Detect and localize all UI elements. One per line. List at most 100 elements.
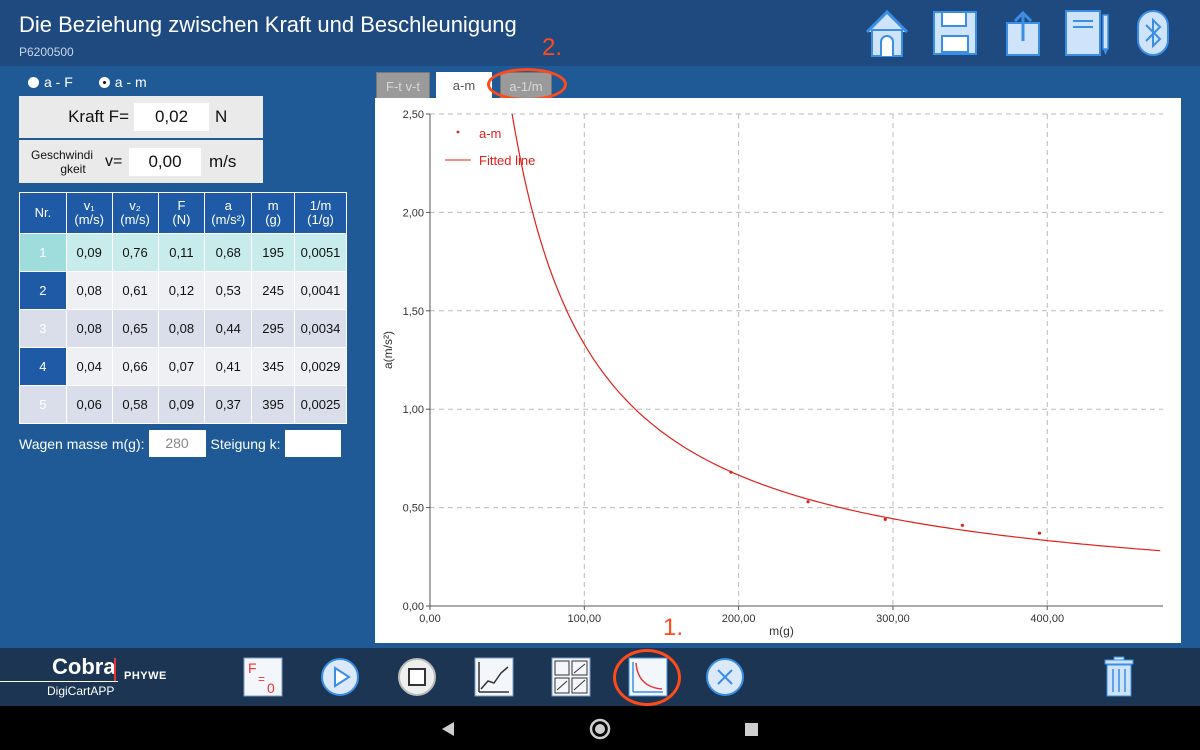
cell: 0,08 xyxy=(65,271,113,310)
data-point xyxy=(960,523,964,527)
notebook-icon xyxy=(1065,10,1109,56)
velocity-input-group: Geschwindi gkeit v= 0,00 m/s xyxy=(19,140,263,183)
col-header: a (m/s²) xyxy=(204,192,253,234)
table-row[interactable]: 5 0,06 0,58 0,09 0,37 395 0,0025 xyxy=(19,385,347,424)
home-circle-icon[interactable] xyxy=(589,718,611,740)
table-row[interactable]: 3 0,08 0,65 0,08 0,44 295 0,0034 xyxy=(19,309,347,348)
slope-field[interactable] xyxy=(284,430,341,457)
bluetooth-button[interactable] xyxy=(1128,8,1178,58)
trash-button[interactable] xyxy=(1098,656,1140,698)
col-header: v₁ (m/s) xyxy=(65,192,113,234)
table-row[interactable]: 1 0,09 0,76 0,11 0,68 195 0,0051 xyxy=(19,233,347,272)
legend-label-a-m: a-m xyxy=(479,126,501,141)
x-axis-label: m(g) xyxy=(769,624,794,638)
cell: 0,0051 xyxy=(294,233,347,272)
table-header-row: Nr. v₁ (m/s) v₂ (m/s) F (N) a (m/s²) m (g) 1/… xyxy=(19,192,347,234)
cell: 0,07 xyxy=(157,347,206,386)
data-point xyxy=(729,470,733,474)
export-button[interactable] xyxy=(998,8,1048,58)
trash-icon xyxy=(1104,656,1134,697)
play-button[interactable] xyxy=(319,656,361,698)
cell: 0,66 xyxy=(111,347,159,386)
close-icon xyxy=(706,658,744,696)
multi-chart-button[interactable] xyxy=(550,656,592,698)
cell: 295 xyxy=(251,309,296,348)
cell: 195 xyxy=(251,233,296,272)
col-header: F (N) xyxy=(157,192,206,234)
mode-option-af-label: a - F xyxy=(44,74,73,90)
logo-underline xyxy=(0,681,118,682)
cell: 0,76 xyxy=(111,233,159,272)
y-axis-label: a(m/s²) xyxy=(381,331,395,369)
mode-option-af[interactable]: a - F xyxy=(28,74,73,90)
col-header: v₂ (m/s) xyxy=(111,192,159,234)
velocity-eq: v= xyxy=(105,152,123,170)
save-button[interactable] xyxy=(930,8,980,58)
col-header: 1/m (1/g) xyxy=(294,192,347,234)
force-label: Kraft F= xyxy=(68,107,129,126)
cell: 0,04 xyxy=(65,347,113,386)
velocity-field[interactable]: 0,00 xyxy=(129,147,201,176)
save-icon xyxy=(933,11,977,55)
cell: 0,0029 xyxy=(294,347,347,386)
cell: 0,41 xyxy=(204,347,253,386)
cell: 245 xyxy=(251,271,296,310)
force-input-group: Kraft F= 0,02 N xyxy=(19,96,263,138)
logo-phywe: PHYWE xyxy=(124,670,167,682)
system-nav-bar xyxy=(0,706,1200,750)
cell: 0,08 xyxy=(157,309,206,348)
cell: 0,12 xyxy=(157,271,206,310)
table-row[interactable]: 4 0,04 0,66 0,07 0,41 345 0,0029 xyxy=(19,347,347,386)
x-tick-label: 300,00 xyxy=(876,613,910,625)
x-tick-label: 400,00 xyxy=(1030,613,1064,625)
svg-text:F: F xyxy=(248,660,257,676)
cell: 0,58 xyxy=(111,385,159,424)
recents-icon[interactable] xyxy=(744,722,759,737)
y-tick-label: 0,50 xyxy=(403,503,424,515)
highlight-ellipse-tab xyxy=(487,68,567,101)
cell: 0,11 xyxy=(157,233,206,272)
line-chart-button[interactable] xyxy=(473,656,515,698)
y-tick-label: 2,00 xyxy=(403,207,424,219)
tab-ft-vt[interactable]: F-t v-t xyxy=(376,72,430,100)
mass-field[interactable]: 280 xyxy=(148,430,206,457)
row-number: 2 xyxy=(19,271,67,310)
home-button[interactable] xyxy=(862,8,912,58)
velocity-label: Geschwindi gkeit xyxy=(19,148,105,176)
cell: 0,44 xyxy=(204,309,253,348)
row-number: 5 xyxy=(19,385,67,424)
slope-label: Steigung k: xyxy=(210,435,281,452)
radio-icon xyxy=(28,76,39,88)
annotation-step-2: 2. xyxy=(542,34,563,61)
stop-button[interactable] xyxy=(396,656,438,698)
cell: 345 xyxy=(251,347,296,386)
app-header: Die Beziehung zwischen Kraft und Beschle… xyxy=(0,0,1200,66)
zero-force-button[interactable]: F = 0 xyxy=(242,656,284,698)
col-header: m (g) xyxy=(251,192,296,234)
play-icon xyxy=(321,658,359,696)
export-icon xyxy=(1006,10,1040,56)
force-field[interactable]: 0,02 xyxy=(134,103,209,131)
radio-selected-icon xyxy=(98,76,110,88)
table-row[interactable]: 2 0,08 0,61 0,12 0,53 245 0,0041 xyxy=(19,271,347,310)
x-tick-label: 200,00 xyxy=(722,613,756,625)
line-chart-icon xyxy=(474,657,514,697)
cell: 0,0034 xyxy=(294,309,347,348)
cell: 0,37 xyxy=(204,385,253,424)
cell: 0,08 xyxy=(65,309,113,348)
legend-marker-a-m xyxy=(456,130,460,134)
y-tick-label: 2,50 xyxy=(403,109,424,121)
mode-option-am-label: a - m xyxy=(114,74,147,90)
logo-subtitle: DigiCartAPP xyxy=(47,684,115,698)
x-tick-label: 100,00 xyxy=(567,613,601,625)
close-button[interactable] xyxy=(704,656,746,698)
mode-option-am[interactable]: a - m xyxy=(98,74,147,90)
back-icon[interactable] xyxy=(441,721,455,737)
mass-row: Wagen masse m(g): 280 Steigung k: xyxy=(19,430,341,457)
notebook-button[interactable] xyxy=(1062,8,1112,58)
page-title: Die Beziehung zwischen Kraft und Beschle… xyxy=(19,12,517,37)
tab-a-m[interactable]: a-m xyxy=(436,72,492,100)
cell: 395 xyxy=(251,385,296,424)
multi-chart-icon xyxy=(551,657,591,697)
cell: 0,0025 xyxy=(294,385,347,424)
